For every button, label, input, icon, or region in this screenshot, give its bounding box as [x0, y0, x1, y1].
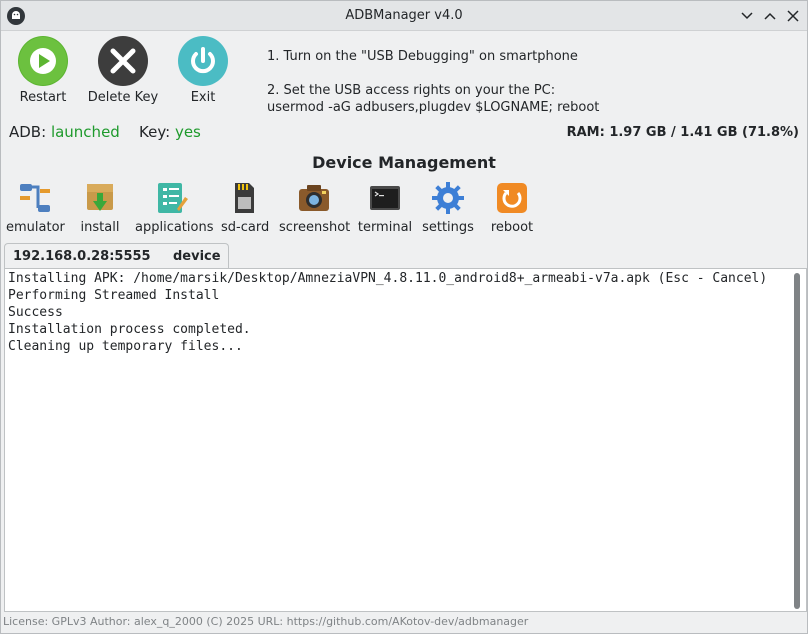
toolbar-label-terminal: terminal — [357, 220, 413, 235]
sd-card-button[interactable]: sd-card — [221, 181, 270, 235]
ram-usage: RAM: 1.97 GB / 1.41 GB (71.8%) — [566, 125, 799, 140]
console-scrollbar[interactable] — [794, 273, 800, 609]
camera-icon — [297, 181, 331, 215]
install-button[interactable]: install — [79, 181, 121, 235]
console-line: Installing APK: /home/marsik/Desktop/Amn… — [8, 271, 768, 286]
toolbar-label-install: install — [80, 220, 120, 235]
console-lines: Installing APK: /home/marsik/Desktop/Amn… — [8, 270, 783, 355]
reboot-icon — [495, 181, 529, 215]
applications-button[interactable]: applications — [135, 181, 214, 235]
play-icon — [18, 36, 68, 86]
emulator-icon — [18, 181, 52, 215]
adb-status: ADB: launched — [9, 123, 120, 141]
instruction-line-1: 1. Turn on the "USB Debugging" on smartp… — [267, 49, 578, 64]
toolbar-label-sd-card: sd-card — [221, 220, 270, 235]
tab-device[interactable]: 192.168.0.28:5555 device — [4, 243, 229, 269]
toolbar-label-settings: settings — [422, 220, 474, 235]
delete-key-label: Delete Key — [87, 90, 159, 105]
maximize-button[interactable] — [759, 5, 781, 27]
console-line: Success — [8, 305, 63, 320]
key-status: Key: yes — [139, 123, 201, 141]
restart-button[interactable]: Restart — [3, 36, 83, 105]
exit-label: Exit — [190, 90, 216, 105]
window-title: ADBManager v4.0 — [345, 8, 463, 23]
footer-info: License: GPLv3 Author: alex_q_2000 (C) 2… — [3, 615, 529, 628]
tab-device-type: device — [173, 249, 221, 264]
minimize-button[interactable] — [736, 5, 758, 27]
reboot-button[interactable]: reboot — [489, 181, 535, 235]
console-line: Performing Streamed Install — [8, 288, 220, 303]
device-tab-bar: 192.168.0.28:5555 device — [1, 241, 807, 269]
close-icon — [98, 36, 148, 86]
close-button[interactable] — [782, 5, 804, 27]
device-toolbar: emulator install applications sd-card sc… — [1, 181, 807, 237]
terminal-button[interactable]: terminal — [357, 181, 413, 235]
terminal-icon — [368, 181, 402, 215]
adb-status-value: launched — [50, 123, 120, 141]
console-line: Installation process completed. — [8, 322, 251, 337]
instruction-line-3: usermod -aG adbusers,plugdev $LOGNAME; r… — [267, 100, 600, 115]
key-status-value: yes — [174, 123, 201, 141]
settings-button[interactable]: settings — [421, 181, 475, 235]
instruction-line-2: 2. Set the USB access rights on your the… — [267, 83, 556, 98]
toolbar-label-applications: applications — [135, 220, 214, 235]
console-line: Cleaning up temporary files... — [8, 339, 243, 354]
console-output[interactable]: Installing APK: /home/marsik/Desktop/Amn… — [4, 268, 807, 612]
tab-device-address: 192.168.0.28:5555 — [13, 249, 151, 264]
toolbar-label-emulator: emulator — [6, 220, 65, 235]
exit-button[interactable]: Exit — [163, 36, 243, 105]
gear-icon — [431, 181, 465, 215]
power-icon — [178, 36, 228, 86]
instructions: 1. Turn on the "USB Debugging" on smartp… — [267, 48, 599, 116]
install-icon — [83, 181, 117, 215]
delete-key-button[interactable]: Delete Key — [83, 36, 163, 105]
restart-label: Restart — [19, 90, 67, 105]
app-window: ADBManager v4.0 Restart Delete Key Exit … — [0, 0, 808, 634]
screenshot-button[interactable]: screenshot — [279, 181, 351, 235]
applications-icon — [155, 181, 189, 215]
toolbar-label-reboot: reboot — [490, 220, 534, 235]
sd-card-icon — [227, 181, 261, 215]
title-bar[interactable]: ADBManager v4.0 — [1, 1, 807, 31]
section-title: Device Management — [312, 153, 496, 172]
toolbar-label-screenshot: screenshot — [279, 220, 351, 235]
emulator-button[interactable]: emulator — [6, 181, 65, 235]
key-status-label: Key: — [139, 123, 171, 141]
adb-status-label: ADB: — [9, 123, 47, 141]
